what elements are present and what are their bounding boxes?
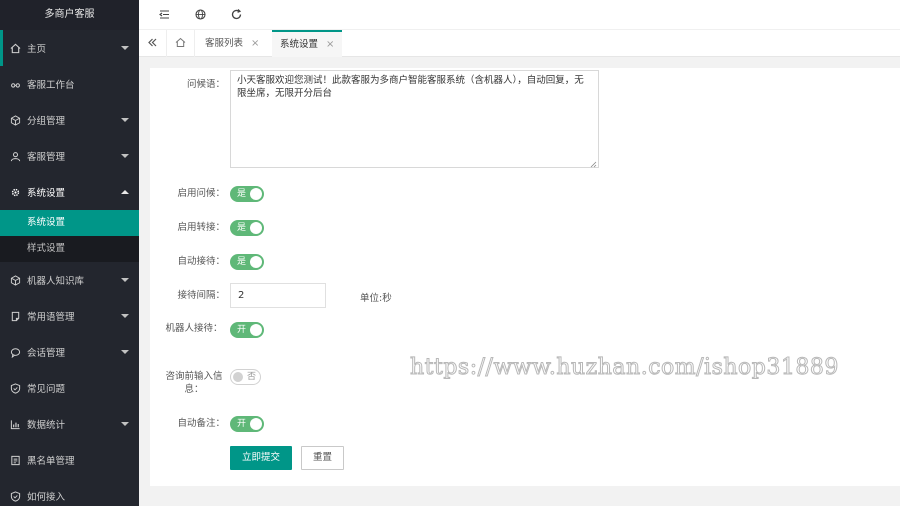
submenu-item-system-settings[interactable]: 系统设置	[0, 210, 139, 236]
chevron-down-icon	[121, 422, 129, 426]
sidebar-item-workbench[interactable]: 客服工作台	[0, 66, 139, 102]
submit-button[interactable]: 立即提交	[230, 446, 292, 470]
users-icon	[10, 151, 21, 162]
toggle-text: 是	[237, 189, 247, 199]
toggle-text: 是	[237, 223, 247, 233]
sidebar-item-phrases[interactable]: 常用语管理	[0, 298, 139, 334]
pre-input-label: 咨询前输入信息：	[165, 371, 223, 395]
close-icon[interactable]: ×	[251, 38, 259, 49]
sidebar-item-home[interactable]: 主页	[0, 30, 139, 66]
refresh-icon[interactable]	[230, 8, 243, 21]
robot-accept-label: 机器人接待：	[165, 323, 223, 334]
auto-remark-label: 自动备注：	[177, 418, 225, 429]
sidebar-item-label: 常见问题	[27, 384, 66, 395]
resize-handle-icon[interactable]	[590, 159, 597, 168]
toggle-text: 开	[237, 419, 247, 429]
sidebar-item-label: 机器人知识库	[27, 276, 85, 287]
chat-icon	[10, 347, 21, 358]
home-icon	[10, 43, 21, 54]
chevron-down-icon	[121, 46, 129, 50]
auto-accept-label: 自动接待：	[177, 256, 225, 267]
reset-button[interactable]: 重置	[301, 446, 344, 470]
sidebar-item-blacklist[interactable]: 黑名单管理	[0, 442, 139, 478]
interval-unit: 单位:秒	[360, 293, 392, 304]
sidebar-item-label: 系统设置	[27, 188, 66, 199]
sidebar-item-label: 主页	[27, 44, 47, 55]
tab-home[interactable]	[167, 30, 195, 57]
chevron-down-icon	[121, 118, 129, 122]
sidebar-item-statistics[interactable]: 数据统计	[0, 406, 139, 442]
sidebar-item-settings[interactable]: 系统设置	[0, 174, 139, 210]
settings-form: 问候语： 小天客服欢迎您测试！此款客服为多商户智能客服系统（含机器人），自动回复…	[150, 68, 900, 486]
sidebar-item-integration[interactable]: 如何接入	[0, 478, 139, 506]
close-icon[interactable]: ×	[326, 39, 334, 50]
tab-system-settings[interactable]: 系统设置 ×	[272, 30, 343, 57]
toggle-knob	[250, 256, 262, 268]
tab-agent-list[interactable]: 客服列表 ×	[197, 30, 267, 57]
greeting-text: 小天客服欢迎您测试！此款客服为多商户智能客服系统（含机器人），自动回复，无限坐席…	[237, 75, 584, 99]
sidebar-item-label: 黑名单管理	[27, 456, 75, 467]
toggle-knob	[233, 372, 243, 382]
headset-icon	[10, 79, 21, 90]
chevron-down-icon	[121, 278, 129, 282]
sidebar-item-label: 会话管理	[27, 348, 66, 359]
tab-bar: 客服列表 × 系统设置 ×	[139, 30, 900, 57]
auto-accept-toggle[interactable]: 是	[230, 254, 264, 270]
sidebar: 多商户客服 主页 客服工作台 分组管理 客服管理 系统设置 系统设置 样式设置 …	[0, 0, 139, 506]
sidebar-item-agents[interactable]: 客服管理	[0, 138, 139, 174]
gear-icon	[10, 187, 21, 198]
interval-input[interactable]: 2	[230, 283, 326, 308]
greeting-label: 问候语：	[186, 79, 225, 90]
chevron-down-icon	[121, 154, 129, 158]
sidebar-item-sessions[interactable]: 会话管理	[0, 334, 139, 370]
greeting-textarea[interactable]: 小天客服欢迎您测试！此款客服为多商户智能客服系统（含机器人），自动回复，无限坐席…	[230, 70, 599, 168]
top-header	[139, 0, 900, 30]
toggle-knob	[250, 324, 262, 336]
submenu-item-style-settings[interactable]: 样式设置	[0, 236, 139, 262]
toggle-text: 是	[237, 257, 247, 267]
settings-submenu: 系统设置 样式设置	[0, 210, 139, 262]
shield-icon	[10, 490, 21, 502]
toggle-text: 开	[237, 325, 247, 335]
toggle-knob	[250, 418, 262, 430]
tab-label: 系统设置	[280, 39, 319, 50]
sidebar-item-faq[interactable]: 常见问题	[0, 370, 139, 406]
robot-accept-toggle[interactable]: 开	[230, 322, 264, 338]
toggle-knob	[250, 222, 262, 234]
sidebar-item-label: 分组管理	[27, 116, 66, 127]
sidebar-item-groups[interactable]: 分组管理	[0, 102, 139, 138]
chart-icon	[10, 419, 21, 430]
list-icon	[10, 455, 21, 466]
menu-fold-icon[interactable]	[158, 8, 171, 21]
toggle-knob	[250, 188, 262, 200]
enable-transfer-toggle[interactable]: 是	[230, 220, 264, 236]
toggle-text: 否	[246, 372, 256, 382]
cube-icon	[10, 114, 21, 126]
chevron-down-icon	[121, 314, 129, 318]
interval-label: 接待间隔：	[177, 290, 225, 301]
enable-greeting-toggle[interactable]: 是	[230, 186, 264, 202]
globe-icon[interactable]	[194, 8, 207, 21]
shield-icon	[10, 382, 21, 394]
sidebar-item-label: 客服工作台	[27, 80, 75, 91]
enable-greeting-label: 启用问候：	[177, 188, 225, 199]
pre-input-toggle[interactable]: 否	[230, 369, 261, 385]
auto-remark-toggle[interactable]: 开	[230, 416, 264, 432]
double-chevron-left-icon	[147, 37, 158, 51]
chevron-up-icon	[121, 190, 129, 194]
tab-scroll-left-button[interactable]	[139, 30, 167, 57]
chevron-down-icon	[121, 350, 129, 354]
app-logo-title: 多商户客服	[0, 0, 139, 30]
sidebar-item-label: 客服管理	[27, 152, 66, 163]
home-icon	[175, 37, 186, 51]
sidebar-item-label: 如何接入	[27, 492, 66, 503]
enable-transfer-label: 启用转接：	[177, 222, 225, 233]
note-icon	[10, 311, 21, 322]
cube-icon	[10, 274, 21, 286]
sidebar-item-label: 常用语管理	[27, 312, 75, 323]
sidebar-item-label: 数据统计	[27, 420, 66, 431]
watermark: https://www.huzhan.com/ishop31889	[410, 355, 839, 381]
sidebar-item-robot-kb[interactable]: 机器人知识库	[0, 262, 139, 298]
tab-label: 客服列表	[205, 38, 244, 49]
